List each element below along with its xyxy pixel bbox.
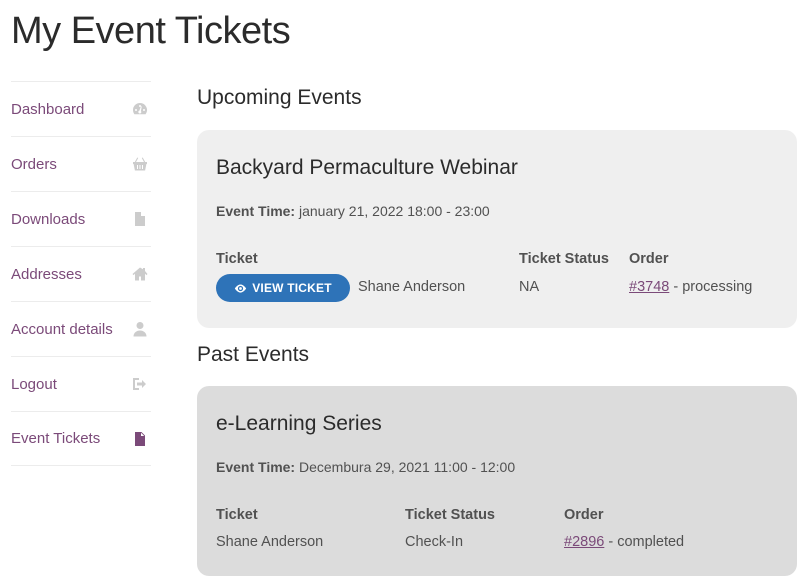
sidebar-item-label: Event Tickets xyxy=(11,430,101,447)
sidebar-item-orders[interactable]: Orders xyxy=(11,136,151,191)
sidebar-item-label: Logout xyxy=(11,375,57,393)
sidebar-item-addresses[interactable]: Addresses xyxy=(11,246,151,301)
eye-icon xyxy=(235,283,247,293)
event-name: Backyard Permaculture Webinar xyxy=(216,156,518,179)
event-time-label: Event Time: xyxy=(216,203,296,219)
event-time: Event Time: Decembura 29, 2021 11:00 - 1… xyxy=(216,459,515,475)
order-info: #2896 - completed xyxy=(564,534,684,550)
event-time-label: Event Time: xyxy=(216,459,296,475)
ticket-status-column-header: Ticket Status xyxy=(405,507,495,523)
order-link[interactable]: #2896 xyxy=(564,534,604,550)
dashboard-gauge-icon xyxy=(131,100,149,118)
sidebar-item-account-details[interactable]: Account details xyxy=(11,301,151,356)
file-download-icon xyxy=(131,210,149,228)
event-name: e-Learning Series xyxy=(216,412,382,435)
sign-out-icon xyxy=(131,375,149,393)
past-events-heading: Past Events xyxy=(197,343,310,366)
upcoming-event-card: Backyard Permaculture Webinar Event Time… xyxy=(197,130,797,328)
page-title: My Event Tickets xyxy=(11,10,291,52)
event-time: Event Time: january 21, 2022 18:00 - 23:… xyxy=(216,203,490,219)
sidebar-item-downloads[interactable]: Downloads xyxy=(11,191,151,246)
event-time-value: Decembura 29, 2021 11:00 - 12:00 xyxy=(299,459,516,475)
sidebar-item-label: Orders xyxy=(11,155,57,173)
attendee-name: Shane Anderson xyxy=(358,279,466,295)
view-ticket-button[interactable]: VIEW TICKET xyxy=(216,274,350,302)
sidebar-item-label: Account details xyxy=(11,320,113,338)
order-link[interactable]: #3748 xyxy=(629,279,669,295)
ticket-column-header: Ticket xyxy=(216,507,258,523)
sidebar-item-event-tickets[interactable]: Event Tickets xyxy=(11,411,151,466)
sidebar-item-label: Downloads xyxy=(11,210,86,228)
ticket-status-value: Check-In xyxy=(405,534,464,550)
upcoming-events-heading: Upcoming Events xyxy=(197,86,362,109)
view-ticket-label: VIEW TICKET xyxy=(252,281,332,295)
order-column-header: Order xyxy=(564,507,604,523)
document-icon xyxy=(131,430,149,448)
user-icon xyxy=(131,320,149,338)
home-icon xyxy=(131,265,149,283)
order-state: - completed xyxy=(604,534,685,550)
past-event-card: e-Learning Series Event Time: Decembura … xyxy=(197,386,797,576)
ticket-status-value: NA xyxy=(519,279,540,295)
sidebar-item-label: Addresses xyxy=(11,265,82,283)
sidebar-item-logout[interactable]: Logout xyxy=(11,356,151,411)
order-info: #3748 - processing xyxy=(629,279,752,295)
order-state: - processing xyxy=(669,279,753,295)
sidebar-item-label: Dashboard xyxy=(11,100,85,118)
sidebar-item-dashboard[interactable]: Dashboard xyxy=(11,81,151,136)
order-column-header: Order xyxy=(629,251,669,267)
event-time-value: january 21, 2022 18:00 - 23:00 xyxy=(299,203,490,219)
ticket-status-column-header: Ticket Status xyxy=(519,251,609,267)
basket-icon xyxy=(131,155,149,173)
ticket-column-header: Ticket xyxy=(216,251,258,267)
attendee-name: Shane Anderson xyxy=(216,534,324,550)
account-navigation: Dashboard Orders Downloads Addresses Acc… xyxy=(11,81,151,466)
